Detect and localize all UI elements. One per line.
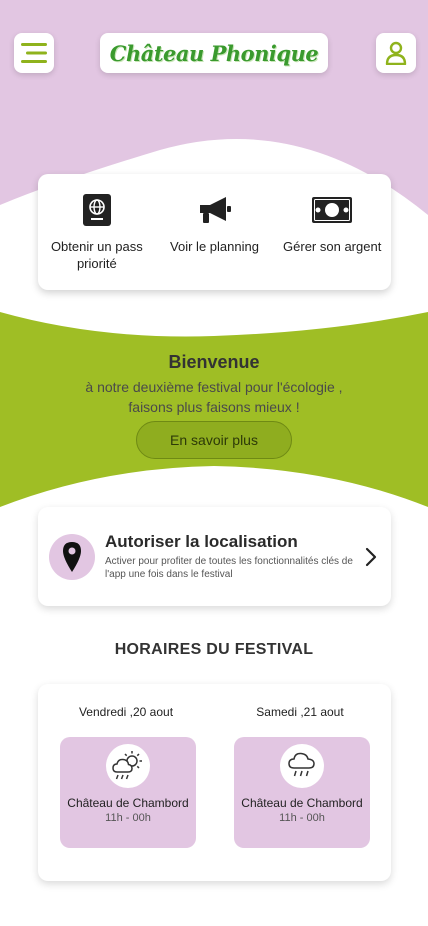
opening-hours: 11h - 00h bbox=[105, 812, 151, 824]
action-priority-pass[interactable]: Obtenir un pass priorité bbox=[38, 174, 156, 290]
sun-rain-icon bbox=[112, 751, 142, 780]
action-planning-label: Voir le planning bbox=[170, 239, 259, 254]
action-money-label: Gérer son argent bbox=[283, 239, 382, 254]
day-date: Samedi ,21 aout bbox=[256, 705, 344, 719]
venue-name: Château de Chambord bbox=[67, 796, 189, 810]
quick-actions-card: Obtenir un pass priorité Voir le plannin… bbox=[38, 174, 391, 290]
menu-button[interactable] bbox=[14, 33, 54, 73]
day-card[interactable]: Château de Chambord 11h - 00h bbox=[234, 737, 370, 848]
hamburger-icon bbox=[21, 43, 47, 63]
logo-text: Château Phonique bbox=[109, 40, 319, 66]
megaphone-icon bbox=[199, 197, 231, 223]
venue-name: Château de Chambord bbox=[241, 796, 363, 810]
welcome-title: Bienvenue bbox=[168, 352, 260, 372]
user-icon bbox=[385, 41, 407, 65]
action-money[interactable]: Gérer son argent bbox=[273, 174, 391, 290]
welcome-text: à notre deuxième festival pour l'écologi… bbox=[85, 379, 343, 415]
welcome-section: Bienvenue à notre deuxième festival pour… bbox=[0, 352, 428, 417]
day-date: Vendredi ,20 aout bbox=[78, 705, 174, 719]
schedule-card: Vendredi ,20 aout Château de Chambord 11… bbox=[38, 684, 391, 881]
learn-more-button[interactable]: En savoir plus bbox=[136, 421, 292, 459]
passport-icon bbox=[82, 194, 111, 226]
action-planning[interactable]: Voir le planning bbox=[156, 174, 274, 290]
banknote-icon bbox=[312, 197, 353, 223]
profile-button[interactable] bbox=[376, 33, 416, 73]
app-logo: Château Phonique bbox=[100, 33, 328, 73]
rain-icon bbox=[288, 752, 315, 777]
location-title: Autoriser la localisation bbox=[105, 532, 298, 551]
map-pin-icon bbox=[63, 541, 81, 572]
location-icon-circle bbox=[49, 533, 95, 580]
day-card[interactable]: Château de Chambord 11h - 00h bbox=[60, 737, 196, 848]
location-subtitle: Activer pour profiter de toutes les fonc… bbox=[105, 556, 353, 580]
chevron-right-icon bbox=[365, 547, 377, 566]
location-permission-card[interactable]: Autoriser la localisation Activer pour p… bbox=[38, 507, 391, 606]
schedule-title: HORAIRES DU FESTIVAL bbox=[114, 641, 314, 658]
action-priority-pass-label: Obtenir un pass priorité bbox=[50, 239, 143, 271]
opening-hours: 11h - 00h bbox=[279, 812, 325, 824]
